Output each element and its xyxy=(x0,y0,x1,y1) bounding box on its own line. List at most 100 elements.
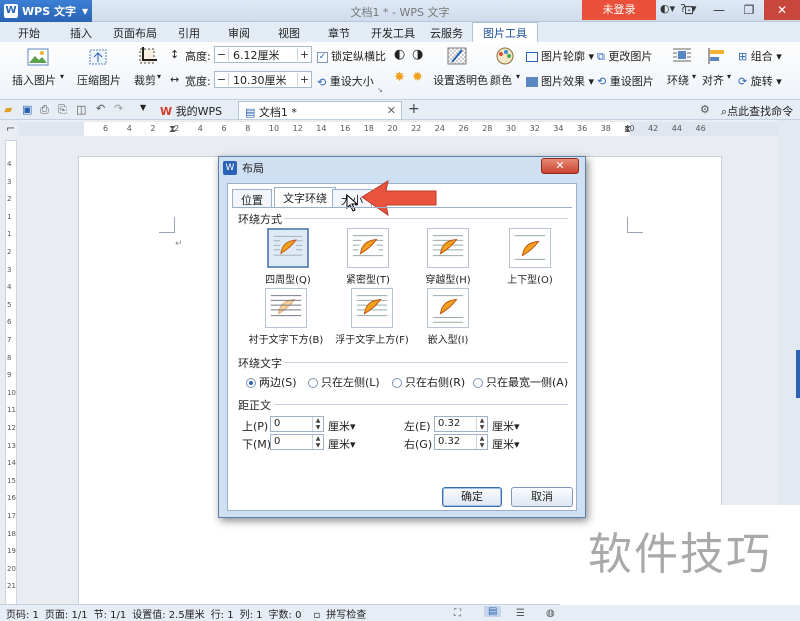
chevron-down-icon[interactable]: ▾ xyxy=(692,72,696,81)
doc-tab-document1[interactable]: ▤ 文档1 * ✕ xyxy=(238,101,402,119)
indent-marker-icon[interactable]: ⧗ xyxy=(169,124,176,135)
radio-both-sides[interactable]: 两边(S) xyxy=(246,374,297,390)
bottom-distance-input[interactable]: 0 ▲ ▼ xyxy=(270,434,324,450)
change-image-button[interactable]: ⧉ 更改图片 xyxy=(597,48,652,64)
height-input[interactable]: − 6.12厘米 + xyxy=(214,46,312,63)
spinner-arrows-icon[interactable]: ▲ ▼ xyxy=(476,435,487,449)
wrap-top-bottom-option[interactable]: 上下型(O) xyxy=(494,228,566,286)
right-distance-value[interactable]: 0.32 xyxy=(438,436,460,447)
spinner-arrows-icon[interactable]: ▲ ▼ xyxy=(476,417,487,431)
crop-label[interactable]: 裁剪 xyxy=(134,72,156,88)
top-unit-select[interactable]: 厘米▾ xyxy=(328,418,356,434)
radio-largest-side[interactable]: 只在最宽一侧(A) xyxy=(473,374,568,390)
top-distance-value[interactable]: 0 xyxy=(274,418,280,429)
sidebar-expand-handle[interactable] xyxy=(796,350,800,398)
left-distance-value[interactable]: 0.32 xyxy=(438,418,460,429)
height-value[interactable]: 6.12厘米 xyxy=(229,47,297,63)
reset-size-button[interactable]: ⟲ 重设大小 xyxy=(317,73,374,89)
tab-page-layout[interactable]: 页面布局 xyxy=(113,25,157,41)
chevron-down-icon[interactable]: ▾ xyxy=(516,72,520,81)
print-icon[interactable]: ⎘ xyxy=(58,103,67,117)
page-view-icon[interactable]: ▤ xyxy=(484,606,502,617)
insert-image-icon[interactable] xyxy=(27,47,49,67)
search-command-link[interactable]: ⌕点此查找命令 xyxy=(721,103,793,119)
decrease-width-button[interactable]: − xyxy=(215,73,229,86)
bottom-distance-value[interactable]: 0 xyxy=(274,436,280,447)
redo-icon[interactable]: ↷ xyxy=(114,102,123,115)
lock-ratio-checkbox[interactable]: ✓ 锁定纵横比 xyxy=(317,48,386,64)
right-unit-select[interactable]: 厘米▾ xyxy=(492,436,520,452)
wrap-icon[interactable] xyxy=(671,46,693,66)
increase-width-button[interactable]: + xyxy=(297,73,311,86)
restore-icon[interactable]: ⊡ xyxy=(674,0,704,20)
search-command-icon[interactable]: ⚙ xyxy=(700,103,710,116)
chevron-down-icon[interactable]: ▾ xyxy=(727,72,731,81)
tab-chapter[interactable]: 章节 xyxy=(328,25,350,41)
tab-cloud[interactable]: 云服务 xyxy=(430,25,463,41)
brightness-down-icon[interactable]: ✹ xyxy=(412,70,423,85)
save-icon[interactable]: ▣ xyxy=(22,103,32,116)
wrap-label[interactable]: 环绕 xyxy=(667,72,689,88)
transparent-color-label[interactable]: 设置透明色 xyxy=(433,72,488,88)
web-view-icon[interactable]: ◍ xyxy=(546,608,555,619)
radio-left-only[interactable]: 只在左侧(L) xyxy=(308,374,380,390)
right-distance-input[interactable]: 0.32 ▲ ▼ xyxy=(434,434,488,450)
tab-view[interactable]: 视图 xyxy=(278,25,300,41)
crop-icon[interactable] xyxy=(137,46,159,66)
outline-view-icon[interactable]: ☰ xyxy=(516,608,525,619)
tab-developer[interactable]: 开发工具 xyxy=(371,25,415,41)
wrap-square-option[interactable]: 四周型(Q) xyxy=(252,228,324,286)
left-distance-input[interactable]: 0.32 ▲ ▼ xyxy=(434,416,488,432)
dialog-launcher-icon[interactable]: ↘ xyxy=(377,86,383,94)
spell-check-toggle[interactable]: ▫ 拼写检查 xyxy=(307,606,366,621)
wrap-tight-option[interactable]: 紧密型(T) xyxy=(332,228,404,286)
radio-right-only[interactable]: 只在右侧(R) xyxy=(392,374,465,390)
ok-button[interactable]: 确定 xyxy=(442,487,502,507)
close-icon[interactable]: ✕ xyxy=(764,0,800,20)
contrast-icon[interactable]: ◐ xyxy=(394,47,405,62)
wrap-in-front-option[interactable]: 浮于文字上方(F) xyxy=(326,288,418,346)
right-indent-marker-icon[interactable]: ⧗ xyxy=(624,124,631,135)
dialog-close-button[interactable]: ✕ xyxy=(541,158,579,174)
wrap-through-option[interactable]: 穿越型(H) xyxy=(412,228,484,286)
insert-image-label[interactable]: 插入图片 xyxy=(12,72,56,88)
ruler-toggle-icon[interactable]: ⌐ xyxy=(6,122,15,135)
spinner-arrows-icon[interactable]: ▲ ▼ xyxy=(312,435,323,449)
cancel-button[interactable]: 取消 xyxy=(511,487,573,507)
group-button[interactable]: ⊞ 组合 ▾ xyxy=(738,48,782,64)
decrease-height-button[interactable]: − xyxy=(215,48,229,61)
image-outline-button[interactable]: 图片轮廓 ▾ xyxy=(526,48,594,64)
export-pdf-icon[interactable]: ⎙ xyxy=(40,103,49,117)
color-palette-icon[interactable] xyxy=(494,46,516,66)
tab-insert[interactable]: 插入 xyxy=(70,25,92,41)
brightness-up-icon[interactable]: ✸ xyxy=(394,70,405,85)
chevron-down-icon[interactable]: ▾ xyxy=(60,72,64,81)
top-distance-input[interactable]: 0 ▲ ▼ xyxy=(270,416,324,432)
contrast-low-icon[interactable]: ◑ xyxy=(412,47,423,62)
bottom-unit-select[interactable]: 厘米▾ xyxy=(328,436,356,452)
compress-image-icon[interactable] xyxy=(87,47,109,67)
spinner-arrows-icon[interactable]: ▲ ▼ xyxy=(312,417,323,431)
align-label[interactable]: 对齐 xyxy=(702,72,724,88)
tab-picture-tools[interactable]: 图片工具 xyxy=(472,22,538,42)
tab-references[interactable]: 引用 xyxy=(178,25,200,41)
new-tab-icon[interactable]: + xyxy=(408,101,420,117)
tab-text-wrapping[interactable]: 文字环绕 xyxy=(274,187,336,208)
preview-icon[interactable]: ◫ xyxy=(76,103,86,116)
image-effect-button[interactable]: 图片效果 ▾ xyxy=(526,73,594,89)
align-icon[interactable] xyxy=(706,46,728,66)
chevron-down-icon[interactable]: ▾ xyxy=(157,72,161,81)
compress-image-label[interactable]: 压缩图片 xyxy=(77,72,121,88)
login-button[interactable]: 未登录 xyxy=(582,0,656,20)
undo-icon[interactable]: ↶ xyxy=(96,102,105,115)
left-unit-select[interactable]: 厘米▾ xyxy=(492,418,520,434)
wrap-inline-option[interactable]: 嵌入型(I) xyxy=(412,288,484,346)
wrap-behind-text-option[interactable]: 衬于文字下方(B) xyxy=(240,288,332,346)
minimize-icon[interactable]: — xyxy=(704,0,734,20)
maximize-icon[interactable]: ❐ xyxy=(734,0,764,20)
skin-icon[interactable]: ◐▾ xyxy=(660,2,675,15)
reset-image-button[interactable]: ⟲ 重设图片 xyxy=(597,73,654,89)
increase-height-button[interactable]: + xyxy=(297,48,311,61)
width-input[interactable]: − 10.30厘米 + xyxy=(214,71,312,88)
tab-position[interactable]: 位置 xyxy=(232,189,272,207)
